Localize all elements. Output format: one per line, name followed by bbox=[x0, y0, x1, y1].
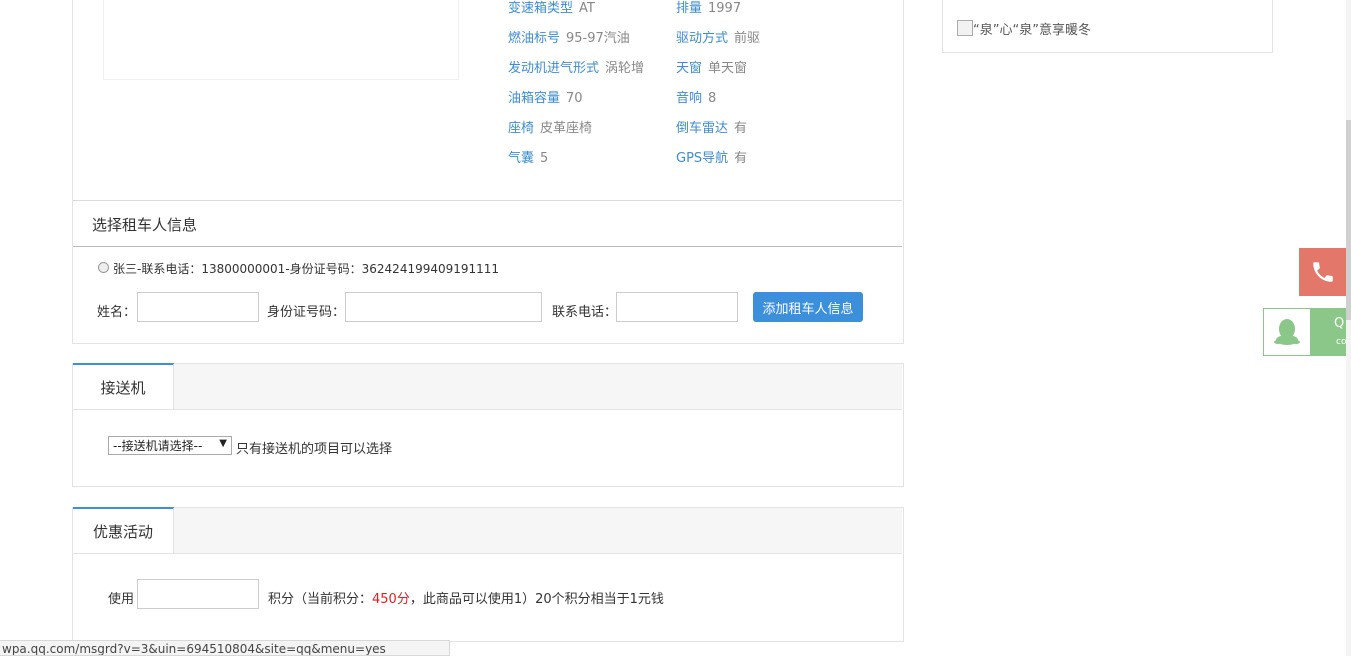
points-prefix: 积分（当前积分： bbox=[268, 592, 373, 607]
phone-icon bbox=[1313, 262, 1333, 282]
qq-float-button[interactable]: Q co bbox=[1263, 308, 1351, 356]
points-info: 积分（当前积分：450分，此商品可以使用1）20个积分相当于1元钱 bbox=[268, 588, 664, 607]
qq-icon-wrap bbox=[1264, 309, 1310, 355]
divider bbox=[73, 200, 902, 201]
pickup-select[interactable]: --接送机请选择-- ▼ bbox=[108, 436, 232, 455]
spec-item: 气囊 5 bbox=[508, 147, 548, 166]
car-photo bbox=[103, 0, 459, 80]
spec-item: 发动机进气形式 涡轮增 bbox=[508, 57, 644, 76]
spec-item: 变速箱类型 AT bbox=[508, 0, 595, 16]
banner-alt-text: “泉”心“泉”意享暖冬 bbox=[973, 23, 1091, 38]
spec-item: 音响 8 bbox=[676, 87, 716, 106]
broken-image-icon bbox=[957, 20, 973, 36]
name-input[interactable] bbox=[137, 292, 259, 322]
spec-value: AT bbox=[579, 1, 595, 16]
pickup-tabbar bbox=[73, 364, 902, 410]
spec-item: 油箱容量 70 bbox=[508, 87, 583, 106]
spec-value: 涡轮增 bbox=[605, 61, 645, 76]
spec-item: 座椅 皮革座椅 bbox=[508, 117, 592, 136]
spec-key: 燃油标号 bbox=[508, 31, 561, 46]
spec-item: GPS导航有 bbox=[676, 147, 747, 166]
qq-label: Q bbox=[1334, 316, 1345, 331]
spec-key: 油箱容量 bbox=[508, 91, 561, 106]
spec-value: 95-97汽油 bbox=[566, 31, 630, 46]
spec-value: 5 bbox=[540, 151, 549, 166]
spec-value: 单天窗 bbox=[708, 61, 748, 76]
status-bar-url: wpa.qq.com/msgrd?v=3&uin=694510804&site=… bbox=[0, 640, 450, 656]
qq-sub-label: co bbox=[1336, 337, 1347, 347]
spec-key: 发动机进气形式 bbox=[508, 61, 600, 76]
add-renter-button[interactable]: 添加租车人信息 bbox=[753, 292, 863, 322]
divider bbox=[73, 246, 902, 247]
points-value: 450分 bbox=[372, 592, 410, 607]
pickup-note: 只有接送机的项目可以选择 bbox=[236, 442, 393, 457]
points-input[interactable] bbox=[137, 579, 259, 609]
spec-value: 1997 bbox=[708, 1, 742, 16]
spec-key: 座椅 bbox=[508, 121, 535, 136]
pickup-select-value: --接送机请选择-- bbox=[113, 439, 203, 453]
spec-item: 燃油标号 95-97汽油 bbox=[508, 27, 630, 46]
spec-value: 有 bbox=[734, 151, 748, 166]
renter-section-title: 选择租车人信息 bbox=[92, 216, 198, 234]
existing-renter-label: 张三-联系电话：13800000001-身份证号码：36242419940919… bbox=[113, 262, 500, 276]
renter-radio[interactable] bbox=[98, 262, 109, 273]
promo-tabbar bbox=[73, 508, 902, 554]
tab-promo[interactable]: 优惠活动 bbox=[73, 507, 174, 553]
id-input[interactable] bbox=[345, 292, 542, 322]
spec-item: 倒车雷达有 bbox=[676, 117, 747, 136]
spec-item: 天窗 单天窗 bbox=[676, 57, 747, 76]
spec-value: 8 bbox=[708, 91, 717, 106]
spec-key: 变速箱类型 bbox=[508, 1, 574, 16]
spec-item: 排量 1997 bbox=[676, 0, 741, 16]
use-label: 使用 bbox=[108, 592, 135, 607]
spec-value: 皮革座椅 bbox=[540, 121, 593, 136]
spec-key: 驱动方式 bbox=[676, 31, 729, 46]
spec-key: GPS导航 bbox=[676, 151, 729, 166]
spec-key: 音响 bbox=[676, 91, 703, 106]
id-label: 身份证号码： bbox=[267, 305, 346, 320]
spec-key: 倒车雷达 bbox=[676, 121, 729, 136]
phone-label: 联系电话： bbox=[552, 305, 618, 320]
qq-penguin-icon bbox=[1274, 319, 1300, 345]
spec-value: 前驱 bbox=[734, 31, 761, 46]
spec-key: 气囊 bbox=[508, 151, 535, 166]
spec-value: 70 bbox=[566, 91, 583, 106]
name-label: 姓名： bbox=[97, 305, 137, 320]
spec-item: 驱动方式 前驱 bbox=[676, 27, 760, 46]
phone-input[interactable] bbox=[616, 292, 738, 322]
tab-pickup[interactable]: 接送机 bbox=[73, 363, 174, 409]
banner-image[interactable]: “泉”心“泉”意享暖冬 bbox=[957, 19, 1091, 38]
spec-value: 有 bbox=[734, 121, 748, 136]
page-scrollbar-thumb[interactable] bbox=[1346, 120, 1351, 320]
spec-key: 天窗 bbox=[676, 61, 703, 76]
phone-float-button[interactable] bbox=[1299, 248, 1347, 296]
points-suffix: ，此商品可以使用1）20个积分相当于1元钱 bbox=[409, 592, 664, 607]
page-scrollbar[interactable] bbox=[1346, 0, 1351, 656]
dropdown-arrow-icon: ▼ bbox=[219, 438, 227, 449]
spec-key: 排量 bbox=[676, 1, 703, 16]
